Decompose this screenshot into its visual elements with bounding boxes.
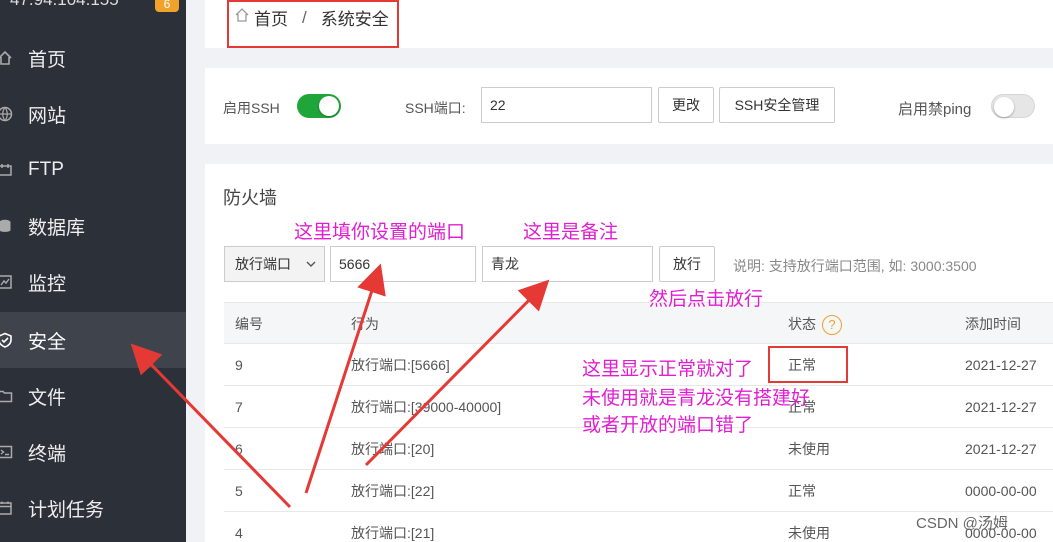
- sidebar-item-label: 计划任务: [28, 499, 105, 521]
- table-header: 编号 行为 状态? 添加时间: [224, 302, 1053, 344]
- cell-id: 7: [235, 399, 243, 415]
- watermark: CSDN @汤姆: [916, 515, 1008, 532]
- column-header-status: 状态?: [788, 303, 842, 345]
- calendar-icon: [0, 499, 14, 517]
- cell-action: 放行端口:[20]: [351, 441, 435, 457]
- sidebar-item-cron[interactable]: 计划任务: [0, 480, 186, 536]
- ssh-manage-button[interactable]: SSH安全管理: [719, 87, 835, 123]
- sidebar-item-label: 安全: [28, 331, 67, 353]
- ping-label: 启用禁ping: [898, 101, 972, 118]
- sidebar-item-monitor[interactable]: 监控: [0, 254, 186, 310]
- cell-status: 未使用: [788, 441, 830, 457]
- column-header-id: 编号: [235, 316, 263, 332]
- firewall-hint: 说明: 支持放行端口范围, 如: 3000:3500: [733, 258, 977, 274]
- toggle-knob: [319, 96, 339, 116]
- sidebar-item-security[interactable]: 安全: [0, 312, 186, 368]
- cell-id: 4: [235, 525, 243, 541]
- sidebar: 47.94.104.155 6 首页 网站 FTP 数据库 监控 安全 文件 终…: [0, 0, 186, 542]
- sidebar-item-label: 首页: [28, 49, 67, 71]
- folder-icon: [0, 387, 14, 405]
- notification-badge[interactable]: 6: [155, 0, 179, 12]
- remark-input[interactable]: 青龙: [482, 246, 653, 282]
- cell-status: 未使用: [788, 525, 830, 541]
- monitor-icon: [0, 273, 14, 291]
- port-input[interactable]: 5666: [330, 246, 476, 282]
- sidebar-item-website[interactable]: 网站: [0, 86, 186, 142]
- ssh-port-label: SSH端口:: [405, 100, 466, 116]
- sidebar-item-home[interactable]: 首页: [0, 30, 186, 86]
- column-header-time: 添加时间: [965, 316, 1021, 332]
- server-ip: 47.94.104.155: [10, 0, 119, 10]
- annotation-status-note: 未使用就是青龙没有搭建好: [582, 388, 811, 409]
- ftp-icon: [0, 161, 14, 179]
- cell-action: 放行端口:[22]: [351, 483, 435, 499]
- sidebar-item-label: 网站: [28, 105, 67, 127]
- sidebar-item-ftp[interactable]: FTP: [0, 142, 186, 198]
- status-header-label: 状态: [788, 316, 816, 332]
- terminal-icon: [0, 443, 14, 461]
- column-header-action: 行为: [351, 316, 379, 332]
- cell-action: 放行端口:[5666]: [351, 357, 450, 373]
- annotation-status-note: 或者开放的端口错了: [582, 415, 754, 436]
- rule-type-select[interactable]: 放行端口: [224, 246, 325, 282]
- change-port-button[interactable]: 更改: [658, 87, 714, 123]
- sidebar-item-database[interactable]: 数据库: [0, 198, 186, 254]
- cell-time: 2021-12-27: [965, 399, 1037, 415]
- annotation-highlight-box: [227, 0, 399, 48]
- sidebar-item-label: 终端: [28, 443, 67, 465]
- cell-status: 正常: [788, 483, 816, 499]
- sidebar-item-label: 数据库: [28, 217, 86, 239]
- cell-action: 放行端口:[21]: [351, 525, 435, 541]
- globe-icon: [0, 105, 14, 123]
- ssh-settings-panel: 启用SSH SSH端口: 22 更改 SSH安全管理 启用禁ping: [205, 68, 1053, 144]
- cell-id: 6: [235, 441, 243, 457]
- annotation-allow-note: 然后点击放行: [649, 289, 764, 310]
- annotation-port-note: 这里填你设置的端口: [294, 222, 466, 243]
- sidebar-item-label: 文件: [28, 387, 67, 409]
- annotation-highlight-box: [768, 346, 848, 383]
- sidebar-item-files[interactable]: 文件: [0, 368, 186, 424]
- annotation-remark-note: 这里是备注: [523, 222, 619, 243]
- ssh-toggle[interactable]: [297, 94, 341, 118]
- cell-id: 5: [235, 483, 243, 499]
- rule-type-value: 放行端口: [235, 256, 291, 272]
- ssh-enable-label: 启用SSH: [223, 100, 280, 116]
- allow-port-button[interactable]: 放行: [659, 246, 715, 282]
- table-row: 5 放行端口:[22] 正常 0000-00-00: [224, 470, 1053, 512]
- ping-toggle[interactable]: [991, 94, 1035, 118]
- cell-time: 2021-12-27: [965, 441, 1037, 457]
- cell-action: 放行端口:[39000-40000]: [351, 399, 502, 415]
- database-icon: [0, 217, 14, 235]
- sidebar-item-terminal[interactable]: 终端: [0, 424, 186, 480]
- help-icon[interactable]: ?: [822, 315, 842, 336]
- firewall-title: 防火墙: [223, 188, 277, 208]
- chevron-down-icon: [306, 247, 316, 281]
- toggle-knob: [994, 97, 1014, 117]
- shield-icon: [0, 331, 14, 349]
- cell-time: 2021-12-27: [965, 357, 1037, 373]
- cell-id: 9: [235, 357, 243, 373]
- sidebar-item-label: 监控: [28, 273, 67, 295]
- annotation-status-note: 这里显示正常就对了: [582, 359, 754, 380]
- home-icon: [0, 49, 14, 67]
- ssh-port-input[interactable]: 22: [481, 87, 652, 123]
- cell-time: 0000-00-00: [965, 483, 1037, 499]
- sidebar-item-label: FTP: [28, 159, 64, 180]
